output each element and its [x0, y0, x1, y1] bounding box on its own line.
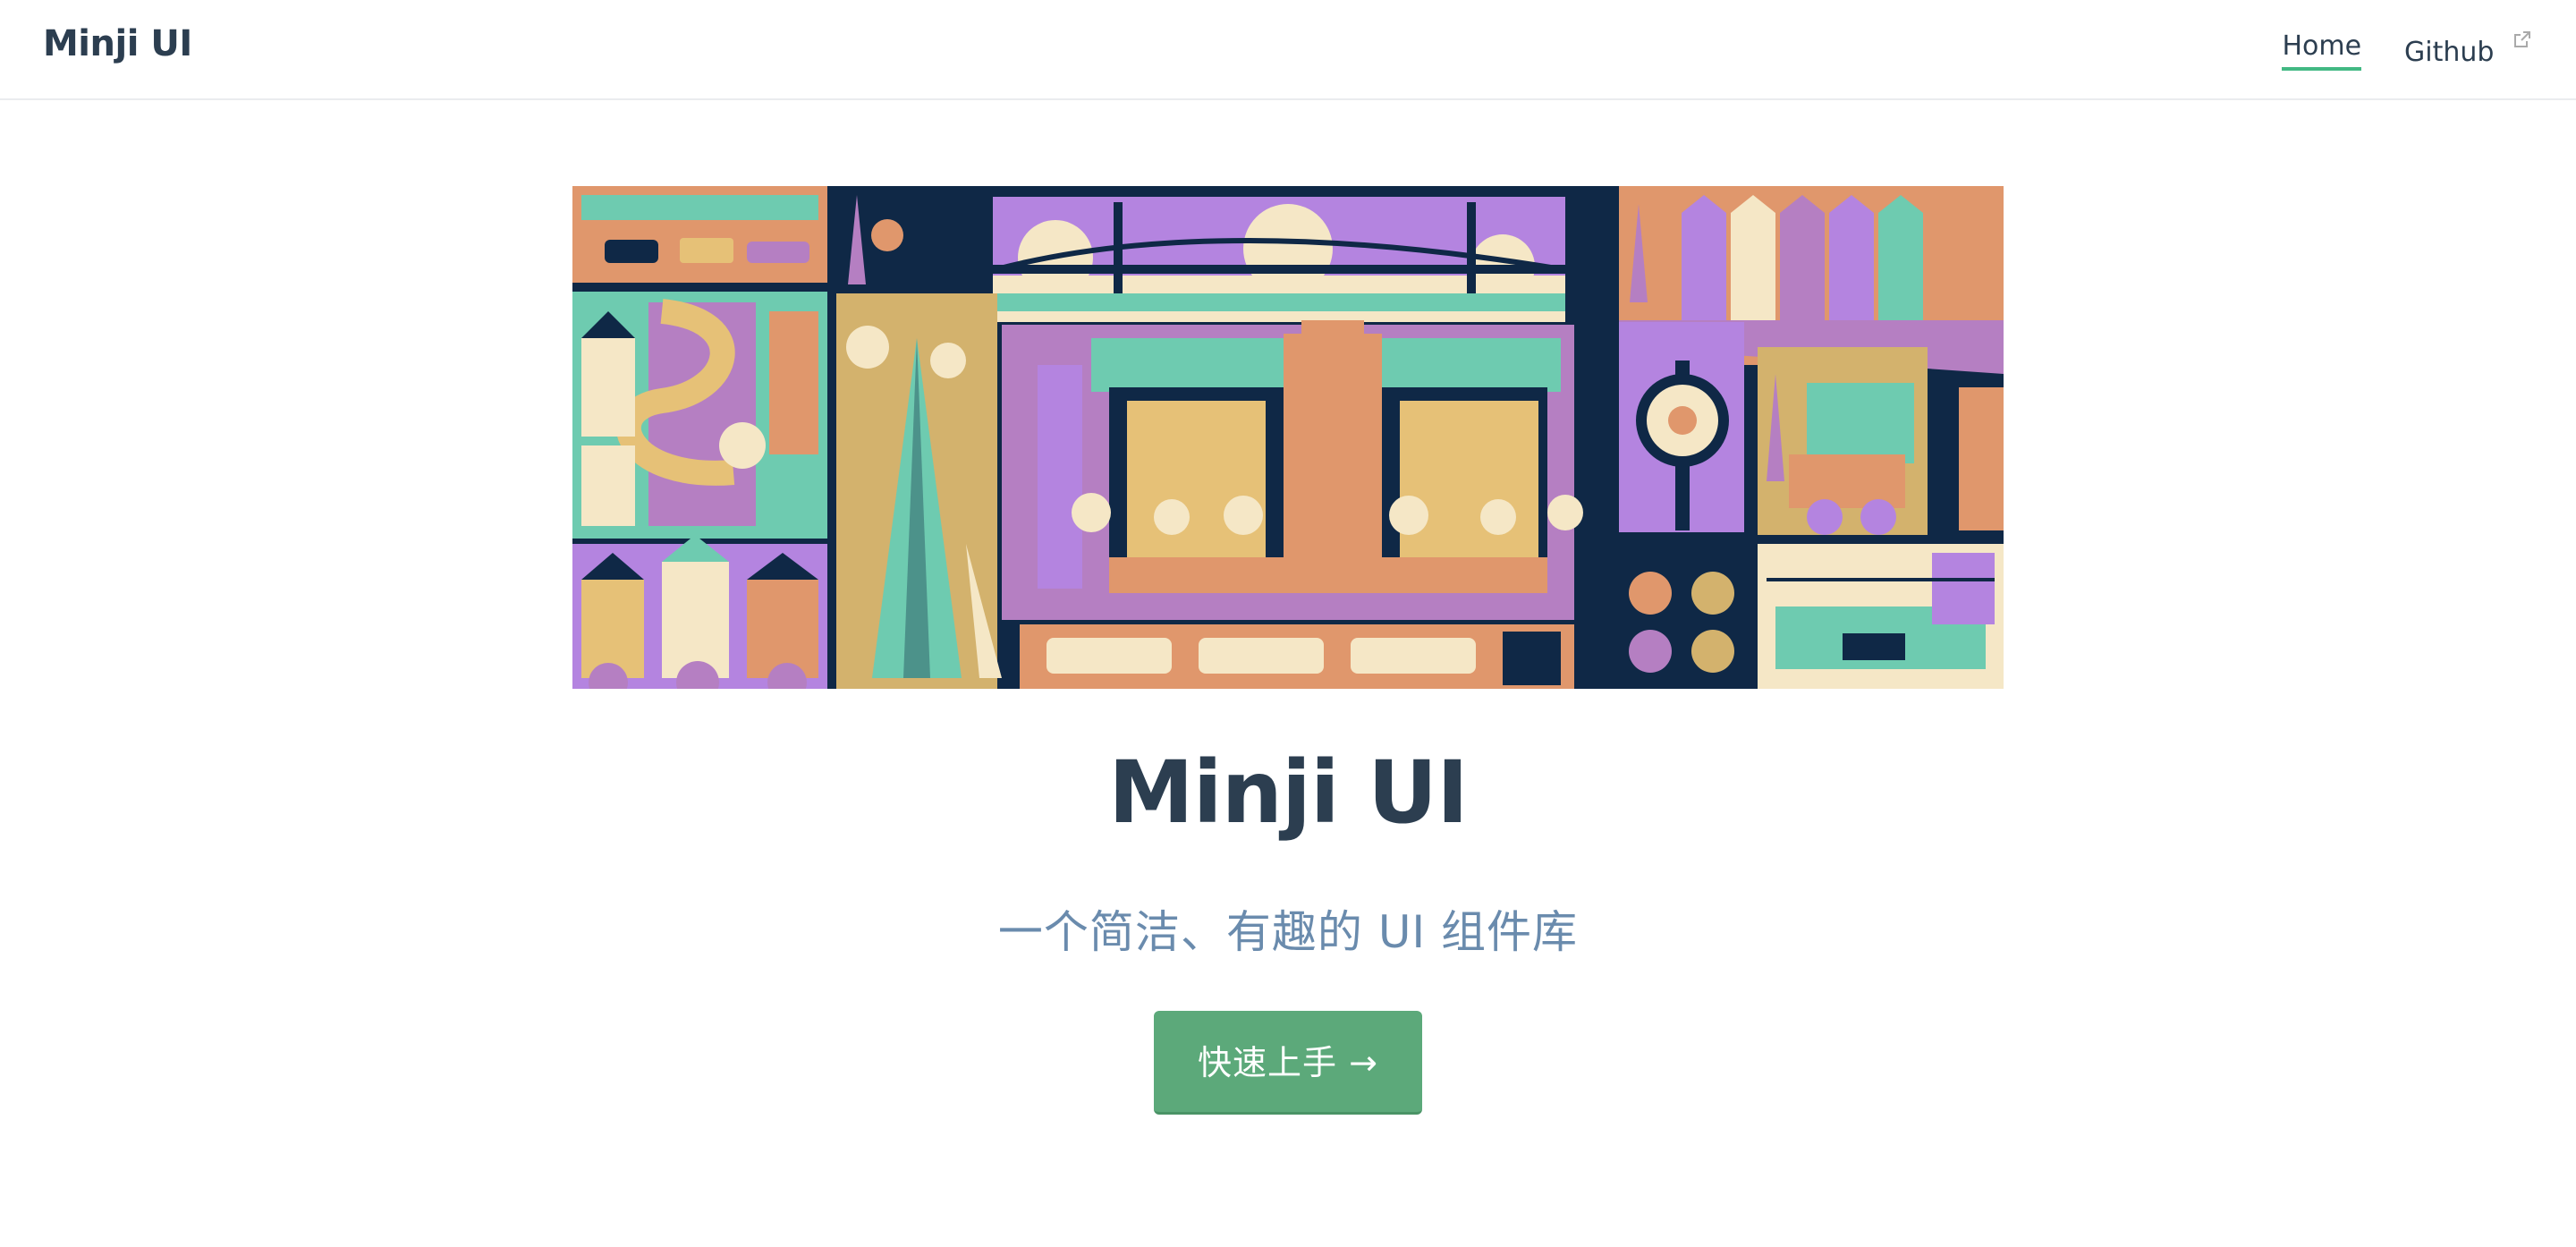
nav-link-github[interactable]: Github	[2404, 30, 2531, 73]
hero-city-illustration	[572, 186, 2004, 689]
site-brand-link[interactable]: Minji UI	[43, 23, 192, 64]
nav-link-home[interactable]: Home	[2282, 30, 2362, 71]
nav-links: Home Github	[2239, 30, 2531, 73]
nav-link-github-label: Github	[2404, 37, 2495, 68]
city-illustration-art	[572, 186, 2004, 689]
get-started-button[interactable]: 快速上手 →	[1154, 1011, 1422, 1115]
hero-description: 一个简洁、有趣的 UI 组件库	[997, 906, 1579, 958]
top-navbar: Minji UI Home Github	[0, 0, 2576, 100]
external-link-icon	[2514, 31, 2530, 47]
hero-title: Minji UI	[1108, 742, 1469, 843]
